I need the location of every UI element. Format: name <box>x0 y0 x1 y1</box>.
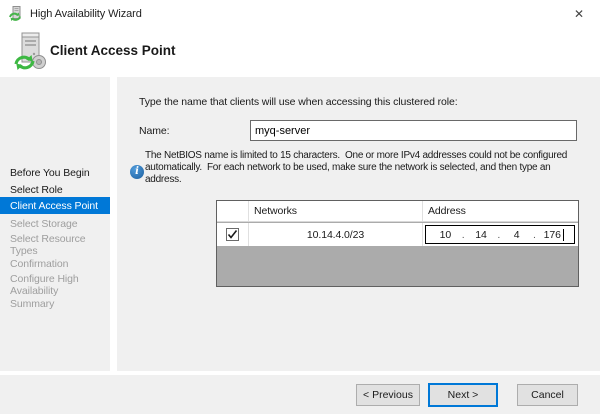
header-address: Address <box>423 201 578 221</box>
close-button[interactable]: ✕ <box>558 0 600 28</box>
step-configure-high-availability: Configure High Availability <box>0 273 110 297</box>
networks-table: Networks Address 10.14.4.0/23 10 . 14 . … <box>216 200 579 287</box>
sidebar-content-divider <box>110 77 117 371</box>
ip-octet-4[interactable]: 176 <box>543 229 561 241</box>
ip-octet-3[interactable]: 4 <box>508 229 526 241</box>
network-cell: 10.14.4.0/23 <box>249 223 423 246</box>
wizard-steps-sidebar: Before You Begin Select Role Client Acce… <box>0 77 110 371</box>
ip-octet-2[interactable]: 14 <box>472 229 490 241</box>
text-caret <box>563 229 564 241</box>
info-icon: i <box>130 165 144 179</box>
step-select-storage: Select Storage <box>0 218 110 230</box>
step-select-resource-types: Select Resource Types <box>0 233 110 257</box>
next-button[interactable]: Next > <box>428 383 498 407</box>
footer-bar: < Previous Next > Cancel <box>0 375 600 414</box>
table-row: 10.14.4.0/23 10 . 14 . 4 . 176 <box>217 223 578 246</box>
network-checkbox[interactable] <box>226 228 239 241</box>
ip-address-input[interactable]: 10 . 14 . 4 . 176 <box>425 225 575 244</box>
step-select-role[interactable]: Select Role <box>0 184 110 196</box>
cancel-button[interactable]: Cancel <box>517 384 578 406</box>
window-title: High Availability Wizard <box>30 0 142 28</box>
header-networks: Networks <box>249 201 423 221</box>
page-title: Client Access Point <box>50 43 176 58</box>
table-header-row: Networks Address <box>217 201 578 222</box>
name-input[interactable] <box>250 120 577 141</box>
netbios-info-text: The NetBIOS name is limited to 15 charac… <box>145 150 567 186</box>
name-label: Name: <box>139 125 169 137</box>
checkmark-icon <box>227 229 238 240</box>
client-access-point-icon <box>9 32 49 72</box>
step-before-you-begin[interactable]: Before You Begin <box>0 167 110 179</box>
ip-octet-1[interactable]: 10 <box>436 229 454 241</box>
high-availability-wizard-window: High Availability Wizard ✕ Client Access… <box>0 0 600 414</box>
step-summary: Summary <box>0 298 110 310</box>
intro-text: Type the name that clients will use when… <box>139 96 458 108</box>
step-confirmation: Confirmation <box>0 258 110 270</box>
wizard-header: Client Access Point <box>0 28 600 77</box>
header-checkbox-column <box>217 201 249 221</box>
close-icon: ✕ <box>574 7 584 21</box>
wizard-app-icon <box>8 6 24 22</box>
title-bar: High Availability Wizard ✕ <box>0 0 600 28</box>
step-client-access-point[interactable]: Client Access Point <box>0 197 110 214</box>
previous-button[interactable]: < Previous <box>356 384 420 406</box>
